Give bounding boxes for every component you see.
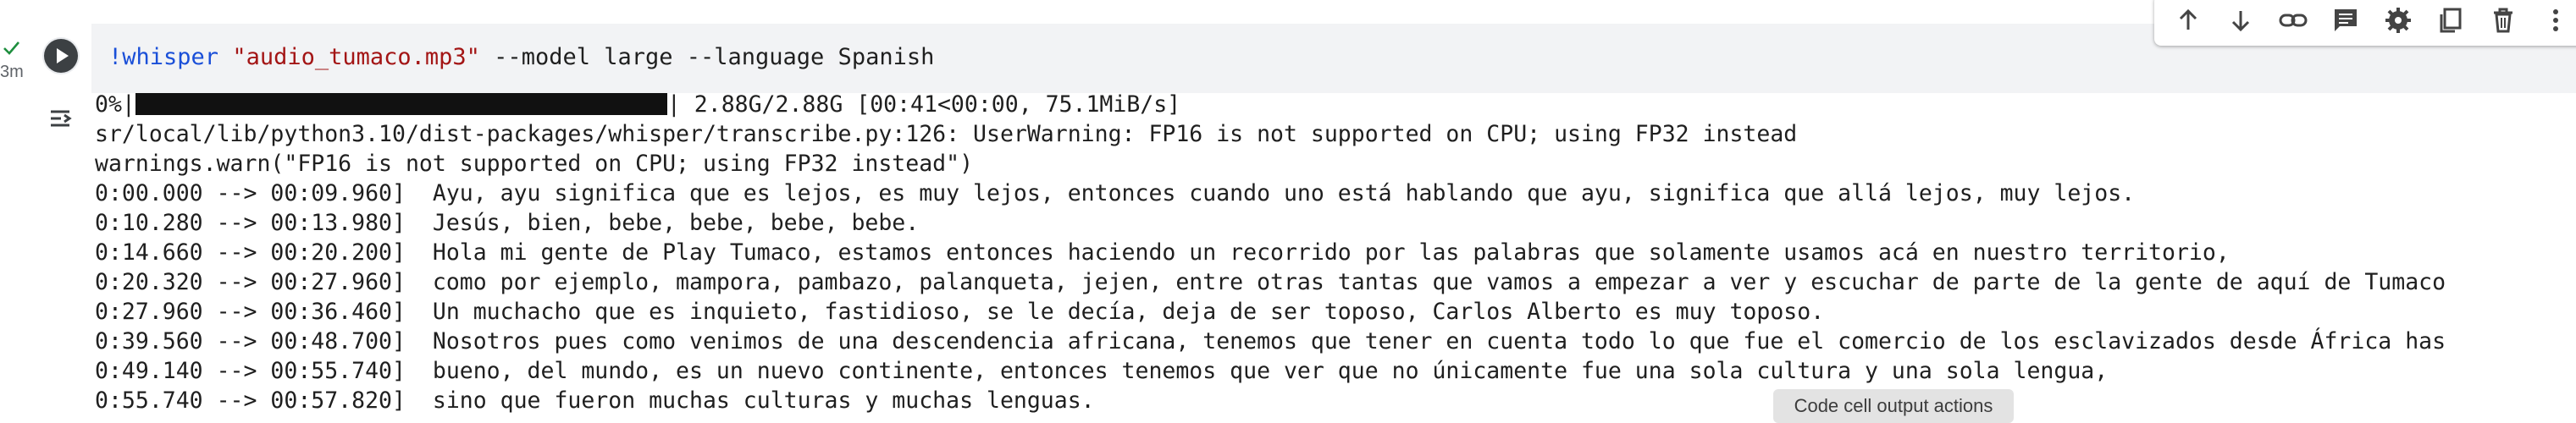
settings-button[interactable] <box>2380 2 2417 39</box>
transcript-line: 0:14.660 --> 00:20.200] Hola mi gente de… <box>95 239 2230 266</box>
execution-time: 3m <box>0 63 24 81</box>
transcript-line: 0:20.320 --> 00:27.960] como por ejemplo… <box>95 269 2446 295</box>
copy-icon <box>2440 8 2462 33</box>
progress-suffix: | 2.88G/2.88G [00:41<00:00, 75.1MiB/s] <box>666 91 1181 118</box>
gear-icon <box>2385 8 2411 33</box>
run-cell-button[interactable] <box>42 37 80 74</box>
output-actions-icon <box>51 110 72 127</box>
check-icon <box>3 41 19 55</box>
transcript-line: 0:39.560 --> 00:48.700] Nosotros pues co… <box>95 328 2446 354</box>
link-icon <box>2279 14 2308 27</box>
arrow-down-icon <box>2231 11 2250 32</box>
move-down-button[interactable] <box>2222 2 2259 39</box>
link-button[interactable] <box>2275 2 2312 39</box>
delete-button[interactable] <box>2485 2 2522 39</box>
cell-gutter: 3m <box>0 0 93 418</box>
tooltip: Code cell output actions <box>1773 389 2014 423</box>
arrow-up-icon <box>2179 8 2197 30</box>
transcript-line: 0:10.280 --> 00:13.980] Jesús, bien, beb… <box>95 210 920 236</box>
more-actions-button[interactable] <box>2537 2 2574 39</box>
transcript-line: 0:55.740 --> 00:57.820] sino que fueron … <box>95 387 1095 414</box>
comment-icon <box>2335 9 2357 31</box>
output-line: warnings.warn("FP16 is not supported on … <box>95 151 974 177</box>
cell-output: 0%| | 2.88G/2.88G [00:41<00:00, 75.1MiB/s… <box>95 90 2576 415</box>
code-command: !whisper <box>108 44 219 70</box>
output-line: sr/local/lib/python3.10/dist-packages/wh… <box>95 121 1798 147</box>
code-args: --model large --language Spanish <box>479 44 935 70</box>
progress-prefix: 0%| <box>95 91 135 118</box>
transcript-line: 0:27.960 --> 00:36.460] Un muchacho que … <box>95 299 1825 325</box>
transcript-line: 0:49.140 --> 00:55.740] bueno, del mundo… <box>95 358 2109 384</box>
cell-toolbar <box>2154 0 2576 46</box>
output-actions-button[interactable] <box>42 100 80 137</box>
code-line: !whisper "audio_tumaco.mp3" --model larg… <box>108 42 934 73</box>
trash-icon <box>2494 8 2512 33</box>
more-vert-icon <box>2553 9 2558 31</box>
move-up-button[interactable] <box>2170 2 2207 39</box>
progress-line: 0%| | 2.88G/2.88G [00:41<00:00, 75.1MiB/s… <box>95 90 2576 119</box>
mirror-cell-button[interactable] <box>2432 2 2469 39</box>
progress-bar <box>135 93 667 115</box>
transcript-line: 0:00.000 --> 00:09.960] Ayu, ayu signifi… <box>95 180 2136 206</box>
play-icon <box>44 39 78 73</box>
code-string: "audio_tumaco.mp3" <box>232 44 480 70</box>
comment-button[interactable] <box>2327 2 2364 39</box>
